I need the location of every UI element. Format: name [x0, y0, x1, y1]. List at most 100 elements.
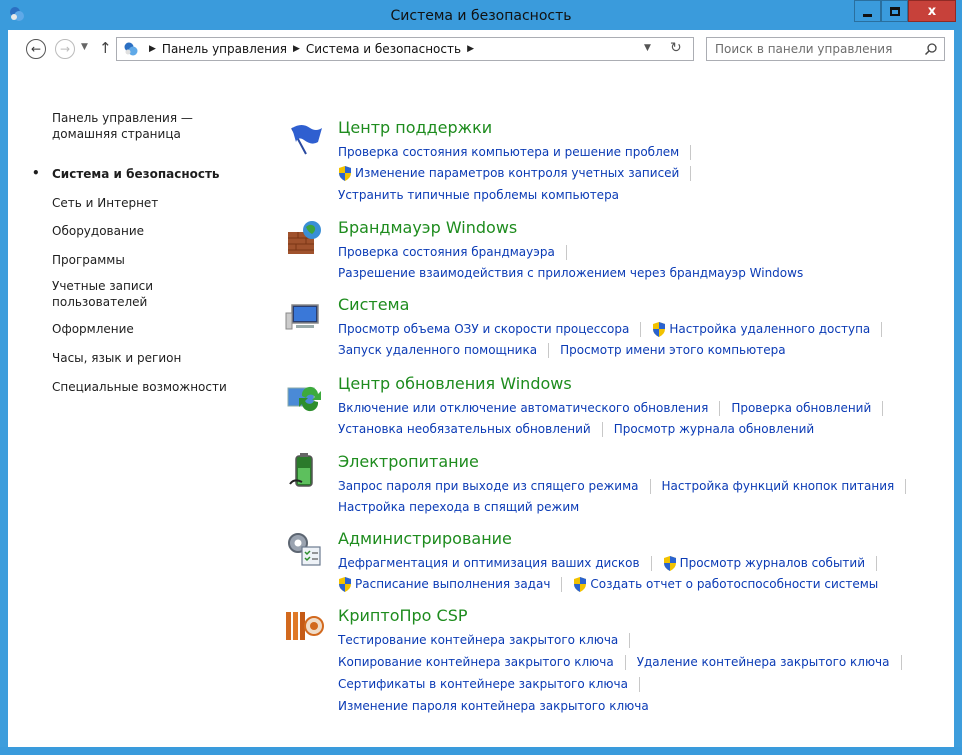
admin-tools-icon	[288, 533, 321, 566]
change-container-password-link[interactable]: Изменение пароля контейнера закрытого кл…	[338, 699, 649, 713]
link-row: Дефрагментация и оптимизация ваших диско…	[338, 555, 888, 571]
flag-icon	[291, 125, 322, 155]
link-row: Запуск удаленного помощника Просмотр име…	[338, 342, 786, 358]
system-health-report-link[interactable]: Создать отчет о работоспособности систем…	[590, 577, 878, 591]
section-title[interactable]: Брандмауэр Windows	[338, 218, 517, 237]
copy-key-container-link[interactable]: Копирование контейнера закрытого ключа	[338, 655, 614, 669]
check-computer-status-link[interactable]: Проверка состояния компьютера и решение …	[338, 145, 679, 159]
sleep-settings-link[interactable]: Настройка перехода в спящий режим	[338, 500, 579, 514]
window-border	[0, 747, 962, 755]
forward-arrow-icon: →	[59, 42, 71, 56]
uac-shield-icon	[574, 576, 587, 592]
divider	[548, 342, 550, 358]
search-icon[interactable]	[924, 42, 938, 56]
link-row: Просмотр объема ОЗУ и скорости процессор…	[338, 321, 893, 337]
search-input[interactable]: Поиск в панели управления	[715, 42, 892, 56]
link-row: Расписание выполнения задач Создать отче…	[338, 576, 878, 592]
up-arrow-icon: ↑	[99, 39, 112, 57]
section-title[interactable]: Центр обновления Windows	[338, 374, 572, 393]
troubleshoot-link[interactable]: Устранить типичные проблемы компьютера	[338, 188, 619, 202]
refresh-icon[interactable]: ↻	[670, 40, 682, 56]
window-title: Система и безопасность	[390, 8, 572, 24]
section-title[interactable]: КриптоПро CSP	[338, 606, 468, 625]
power-buttons-settings-link[interactable]: Настройка функций кнопок питания	[662, 479, 895, 493]
link-row: Проверка состояния брандмауэра	[338, 244, 578, 260]
breadcrumb-system-security[interactable]: Система и безопасность	[306, 42, 461, 56]
link-row: Изменение пароля контейнера закрытого кл…	[338, 698, 649, 714]
allow-app-through-firewall-link[interactable]: Разрешение взаимодействия с приложением …	[338, 266, 803, 280]
sidebar-item-label: пользователей	[52, 295, 148, 309]
breadcrumb-control-panel[interactable]: Панель управления	[162, 42, 287, 56]
defragment-disks-link[interactable]: Дефрагментация и оптимизация ваших диско…	[338, 556, 640, 570]
current-item-bullet-icon: •	[32, 166, 40, 180]
sidebar-item-accessibility[interactable]: Специальные возможности	[52, 379, 227, 395]
minimize-icon	[863, 13, 872, 17]
schedule-tasks-link[interactable]: Расписание выполнения задач	[355, 577, 550, 591]
change-uac-settings-link[interactable]: Изменение параметров контроля учетных за…	[355, 166, 679, 180]
section-title[interactable]: Электропитание	[338, 452, 479, 471]
section-title[interactable]: Система	[338, 295, 409, 314]
back-arrow-icon: ←	[30, 42, 42, 56]
window: Система и безопасность x ← → ▼ ↑ ▶ Панел…	[0, 0, 962, 755]
sidebar-item-programs[interactable]: Программы	[52, 252, 125, 268]
section-title[interactable]: Администрирование	[338, 529, 512, 548]
view-event-logs-link[interactable]: Просмотр журналов событий	[680, 556, 865, 570]
delete-key-container-link[interactable]: Удаление контейнера закрытого ключа	[637, 655, 890, 669]
address-bar[interactable]: ▶ Панель управления ▶ Система и безопасн…	[116, 37, 694, 61]
control-panel-icon	[124, 42, 138, 56]
up-button[interactable]: ↑	[99, 39, 112, 57]
view-ram-cpu-link[interactable]: Просмотр объема ОЗУ и скорости процессор…	[338, 322, 629, 336]
maximize-button[interactable]	[881, 0, 908, 22]
view-update-history-link[interactable]: Просмотр журнала обновлений	[614, 422, 814, 436]
install-optional-updates-link[interactable]: Установка необязательных обновлений	[338, 422, 591, 436]
back-button[interactable]: ←	[26, 39, 46, 59]
sidebar-item-appearance[interactable]: Оформление	[52, 321, 134, 337]
sidebar-item-system-security[interactable]: Система и безопасность	[52, 166, 220, 182]
close-button[interactable]: x	[908, 0, 956, 22]
view-computer-name-link[interactable]: Просмотр имени этого компьютера	[560, 343, 785, 357]
forward-button[interactable]: →	[55, 39, 75, 59]
cryptopro-icon	[286, 612, 324, 640]
close-icon: x	[927, 3, 937, 19]
title-bar[interactable]: Система и безопасность x	[0, 0, 962, 30]
link-row: Включение или отключение автоматического…	[338, 400, 894, 416]
toggle-automatic-updates-link[interactable]: Включение или отключение автоматического…	[338, 401, 708, 415]
require-password-on-wake-link[interactable]: Запрос пароля при выходе из спящего режи…	[338, 479, 639, 493]
sidebar-item-hardware[interactable]: Оборудование	[52, 223, 144, 239]
remote-access-settings-link[interactable]: Настройка удаленного доступа	[669, 322, 870, 336]
sidebar-item-network[interactable]: Сеть и Интернет	[52, 195, 158, 211]
divider	[650, 555, 652, 571]
divider	[882, 400, 884, 416]
breadcrumb-separator-icon[interactable]: ▶	[467, 44, 474, 54]
divider	[649, 478, 651, 494]
divider	[690, 144, 692, 160]
divider	[624, 654, 626, 670]
divider	[601, 421, 603, 437]
breadcrumb-separator-icon[interactable]: ▶	[293, 44, 300, 54]
link-row: Сертификаты в контейнере закрытого ключа	[338, 676, 651, 692]
breadcrumb: ▶ Панель управления ▶ Система и безопасн…	[143, 42, 480, 56]
container-certificates-link[interactable]: Сертификаты в контейнере закрытого ключа	[338, 677, 628, 691]
minimize-button[interactable]	[854, 0, 881, 22]
content-area: ← → ▼ ↑ ▶ Панель управления ▶ Система и …	[8, 30, 954, 755]
link-row: Изменение параметров контроля учетных за…	[338, 165, 702, 181]
link-row: Проверка состояния компьютера и решение …	[338, 144, 702, 160]
launch-remote-assistance-link[interactable]: Запуск удаленного помощника	[338, 343, 537, 357]
search-box[interactable]: Поиск в панели управления	[706, 37, 945, 61]
recent-locations-dropdown[interactable]: ▼	[81, 42, 88, 52]
divider	[640, 321, 642, 337]
address-dropdown-icon[interactable]: ▼	[644, 43, 651, 53]
link-row: Тестирование контейнера закрытого ключа	[338, 632, 641, 648]
sidebar-item-label: домашняя страница	[52, 127, 181, 141]
sidebar-item-clock-region[interactable]: Часы, язык и регион	[52, 350, 181, 366]
sidebar-item-user-accounts[interactable]: Учетные записи пользователей	[52, 278, 153, 310]
test-key-container-link[interactable]: Тестирование контейнера закрытого ключа	[338, 633, 618, 647]
breadcrumb-separator-icon[interactable]: ▶	[149, 44, 156, 54]
sidebar-item-home[interactable]: Панель управления — домашняя страница	[52, 110, 193, 142]
divider	[905, 478, 907, 494]
uac-shield-icon	[339, 165, 351, 181]
check-updates-link[interactable]: Проверка обновлений	[731, 401, 871, 415]
uac-shield-icon	[339, 576, 351, 592]
check-firewall-status-link[interactable]: Проверка состояния брандмауэра	[338, 245, 555, 259]
section-title[interactable]: Центр поддержки	[338, 118, 492, 137]
